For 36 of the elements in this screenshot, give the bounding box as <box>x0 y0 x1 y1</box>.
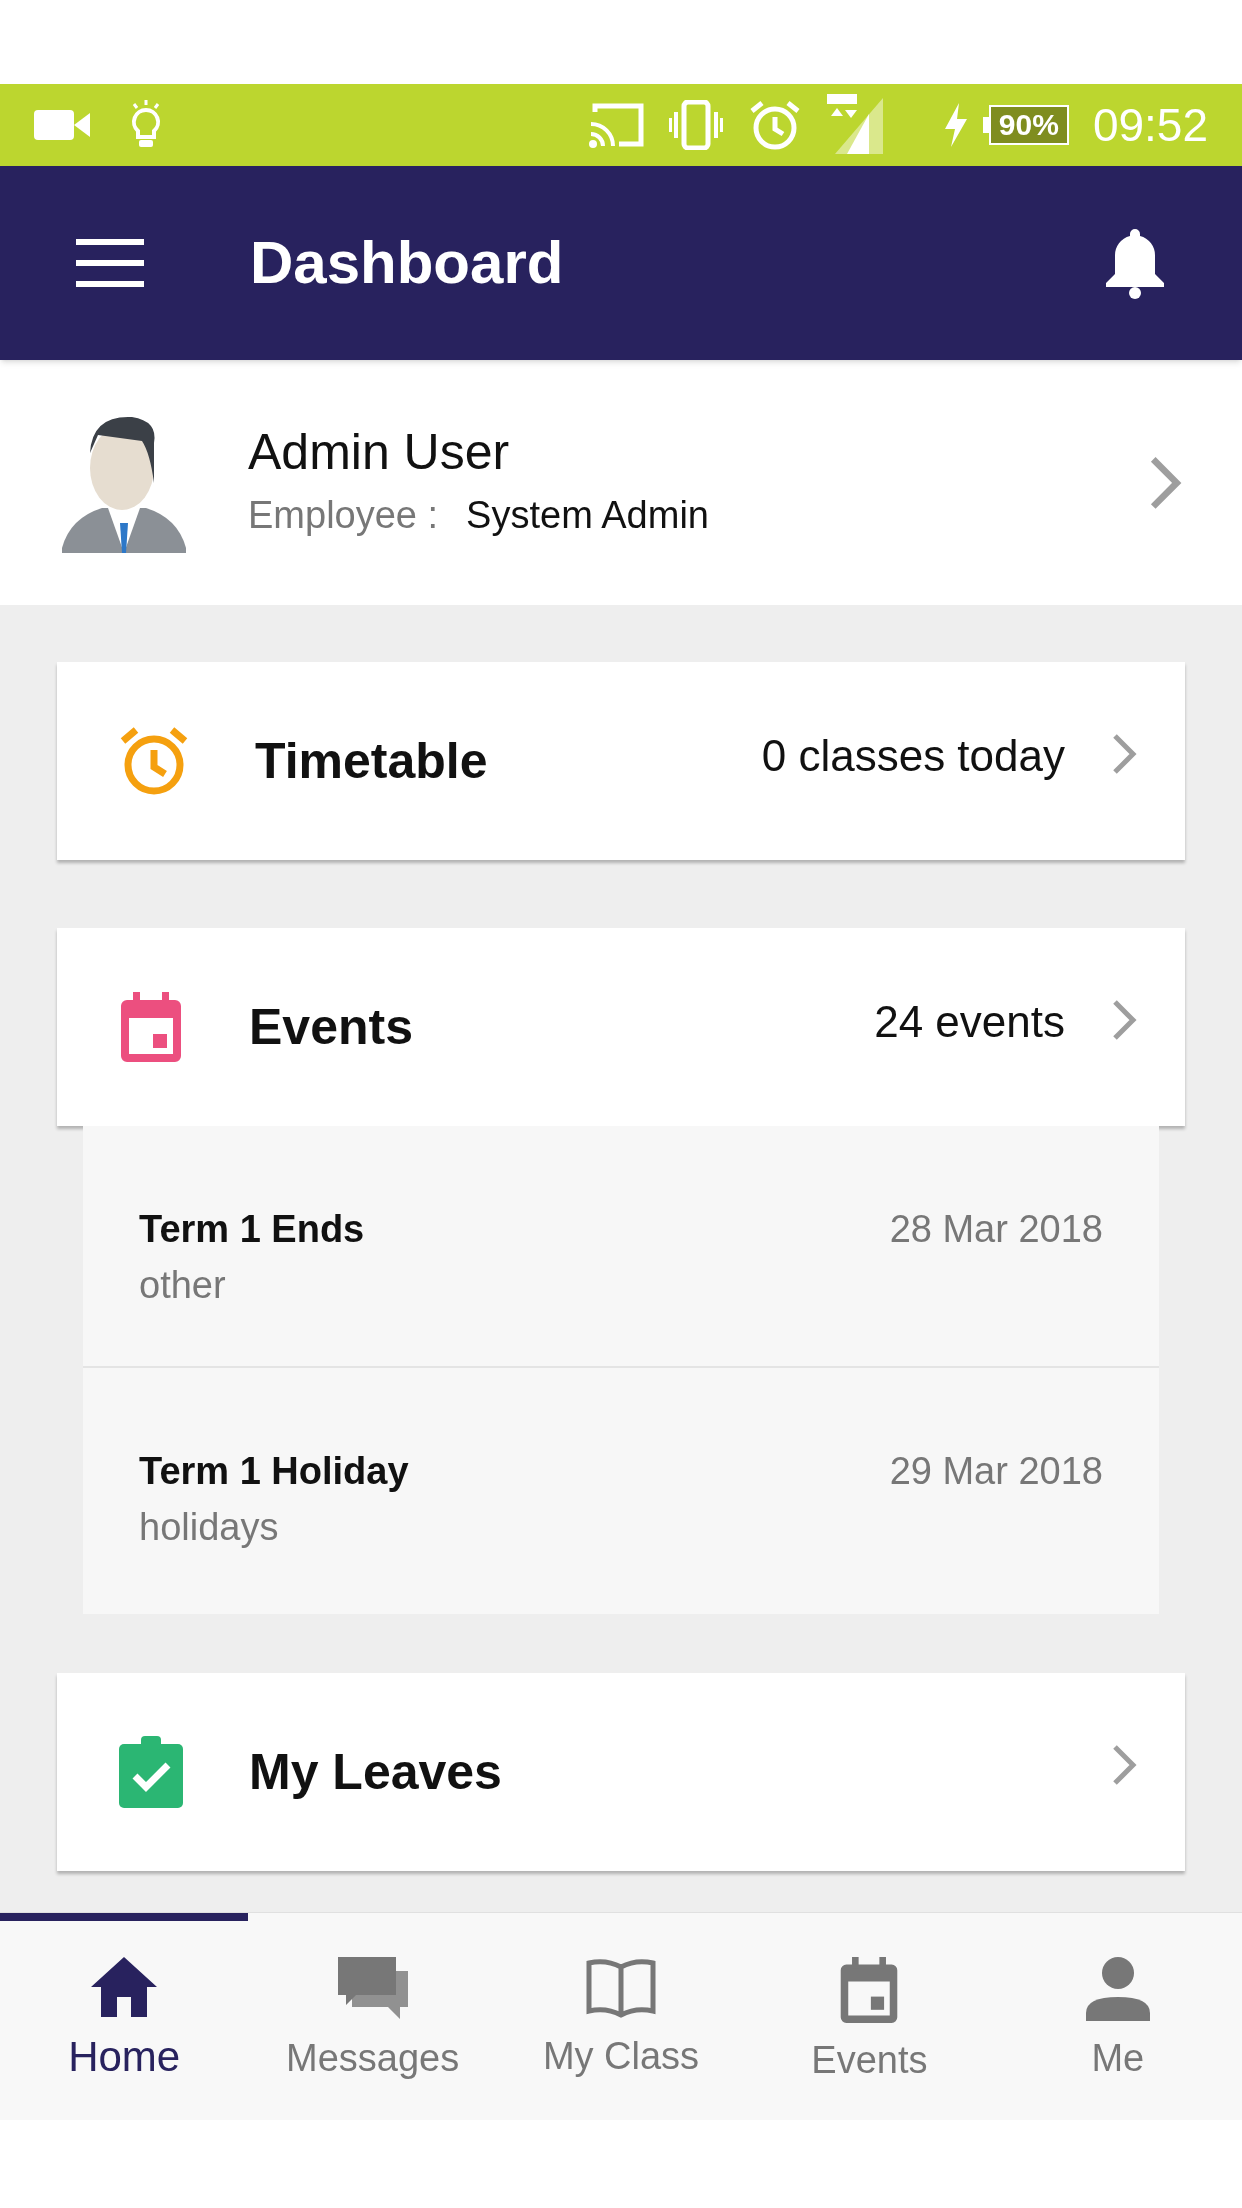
person-icon <box>1085 1957 1150 2021</box>
card-title: My Leaves <box>249 1747 502 1797</box>
bell-icon[interactable] <box>1104 227 1166 299</box>
nav-tab[interactable]: Events <box>745 1913 994 2120</box>
event-category: other <box>139 1262 227 1308</box>
nav-tab[interactable]: Home <box>0 1913 249 2120</box>
card-title: Timetable <box>255 736 488 786</box>
card[interactable]: Timetable 0 classes today <box>57 662 1185 860</box>
role-label: Employee : <box>248 493 439 539</box>
card-summary: 0 classes today <box>761 730 1065 782</box>
event-date: 28 Mar 2018 <box>889 1207 1103 1252</box>
event-date: 29 Mar 2018 <box>889 1449 1103 1494</box>
home-icon <box>91 1957 158 2017</box>
card-title: Events <box>249 1002 413 1052</box>
battery-text: 90% <box>988 105 1069 145</box>
menu-icon[interactable] <box>76 239 144 287</box>
page-title: Dashboard <box>250 228 564 298</box>
user-name: Admin User <box>248 422 511 482</box>
vibrate-icon <box>668 100 723 150</box>
chat-bubbles-icon <box>337 1957 408 2021</box>
event-title: Term 1 Ends <box>139 1207 366 1252</box>
role-text: System Admin <box>466 493 709 539</box>
card[interactable]: My Leaves <box>57 1673 1185 1871</box>
alarm-clock-icon <box>748 99 801 151</box>
video-camera-icon <box>34 110 90 140</box>
nav-tab[interactable]: Me <box>993 1913 1242 2120</box>
nav-tab[interactable]: Messages <box>248 1913 497 2120</box>
nav-tab[interactable]: My Class <box>496 1913 746 2120</box>
time-text: 09:52 <box>1092 102 1208 148</box>
card-summary: 24 events <box>874 996 1065 1048</box>
event-title: Term 1 Holiday <box>139 1449 410 1494</box>
cast-icon <box>588 102 645 148</box>
charging-icon <box>942 103 969 147</box>
event-category: holidays <box>139 1504 280 1550</box>
open-book-icon <box>586 1957 656 2019</box>
card[interactable]: Events 24 events <box>57 928 1185 1126</box>
